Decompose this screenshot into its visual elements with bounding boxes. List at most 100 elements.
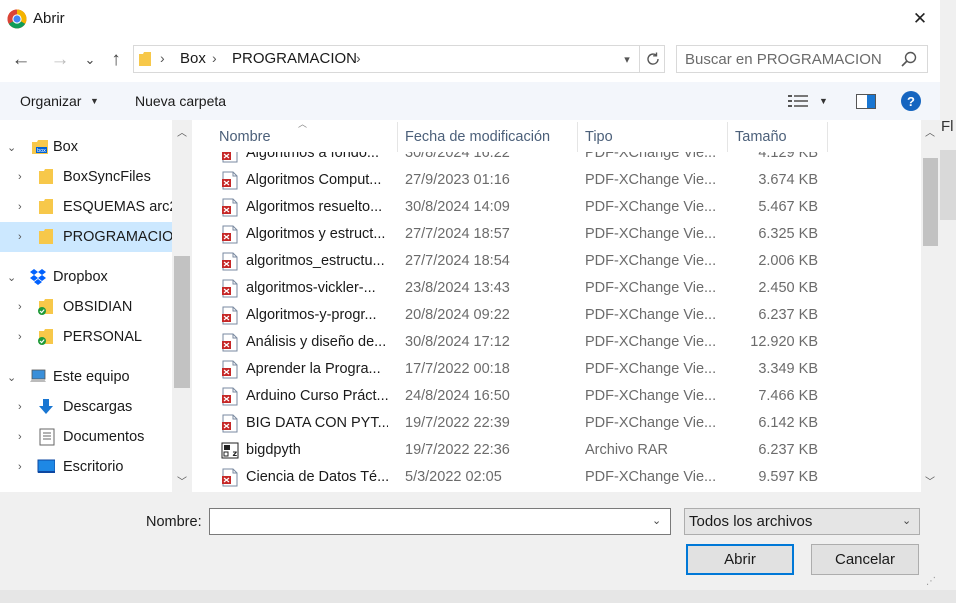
breadcrumb-separator[interactable]: › [160,50,165,66]
file-row[interactable]: algoritmos_estructu... 27/7/2024 18:54 PDF… [193,248,922,275]
column-divider[interactable] [577,122,578,152]
tree-item-obsidian[interactable]: › OBSIDIAN [0,292,172,322]
chevron-right-icon[interactable]: › [18,431,22,443]
tree-item-este-equipo[interactable]: ⌄ Este equipo [0,362,172,392]
column-header-modified[interactable]: Fecha de modificación [405,129,550,145]
forward-button[interactable]: → [47,48,73,72]
tree-item-box[interactable]: ⌄ box Box [0,132,172,162]
breadcrumb-item-programacion[interactable]: PROGRAMACION [232,50,357,67]
help-icon[interactable]: ? [901,91,921,111]
file-name: Algoritmos y estruct... [246,226,386,242]
tree-item-documentos[interactable]: › Documentos [0,422,172,452]
file-row[interactable]: Algoritmos Comput... 27/9/2023 01:16 PDF-X… [193,167,922,194]
scroll-up-icon[interactable]: ︿ [920,124,940,139]
chevron-down-icon[interactable]: ⌄ [7,371,16,384]
background-window-strip [0,590,956,603]
file-row[interactable]: Algoritmos resuelto... 30/8/2024 14:09 PDF… [193,194,922,221]
desktop-icon [37,459,55,473]
breadcrumb-separator[interactable]: › [212,50,217,66]
chevron-right-icon[interactable]: › [18,231,22,243]
file-row[interactable]: Análisis y diseño de... 30/8/2024 17:12 PD… [193,329,922,356]
chevron-right-icon[interactable]: › [18,301,22,313]
background-window-panel [940,150,956,220]
caret-down-icon[interactable]: ▼ [90,96,99,106]
view-options-caret-icon[interactable]: ▼ [819,96,828,106]
file-row[interactable]: Ciencia de Datos Té... 5/3/2022 02:05 PDF-… [193,464,922,491]
refresh-button[interactable] [639,45,665,73]
tree-item-programacion[interactable]: › PROGRAMACION [0,222,172,252]
file-type-select-value[interactable]: Todos los archivos [689,513,812,530]
file-row[interactable]: z bigdpyth 19/7/2022 22:36 Archivo RAR 6.237… [193,437,922,464]
file-size: 2.450 KB [758,280,818,296]
background-window-text: Fl [941,118,954,135]
file-row[interactable]: BIG DATA CON PYT... 19/7/2022 22:39 PDF-XC… [193,410,922,437]
chevron-right-icon[interactable]: › [18,331,22,343]
scroll-up-icon[interactable]: ︿ [172,124,192,139]
tree-item-dropbox[interactable]: ⌄ Dropbox [0,262,172,292]
file-name: Algoritmos Comput... [246,172,382,188]
file-type: PDF-XChange Vie... [585,253,717,269]
back-button[interactable]: ← [8,48,34,72]
tree-item-personal[interactable]: › PERSONAL [0,322,172,352]
column-divider[interactable] [727,122,728,152]
navigation-pane-scroll-thumb[interactable] [174,256,190,388]
scroll-down-icon[interactable]: ﹀ [920,473,940,488]
file-name: Ciencia de Datos Té... [246,469,388,485]
sort-ascending-icon: ︿ [298,119,308,129]
breadcrumb-separator[interactable]: › [356,50,361,66]
chevron-down-icon[interactable]: ⌄ [902,514,911,527]
file-type: PDF-XChange Vie... [585,388,717,404]
column-header-type[interactable]: Tipo [585,129,613,145]
file-list-scroll-thumb[interactable] [923,158,938,246]
cancel-button[interactable]: Cancelar [811,544,919,575]
window-title: Abrir [33,10,65,27]
chevron-right-icon[interactable]: › [18,461,22,473]
search-placeholder[interactable]: Buscar en PROGRAMACION [685,51,882,68]
pdf-icon [221,387,239,406]
folder-icon [139,52,151,66]
file-size: 3.349 KB [758,361,818,377]
column-header-size[interactable]: Tamaño [735,129,787,145]
tree-item-label: ESQUEMAS arc2 [63,199,172,215]
tree-item-label: BoxSyncFiles [63,169,151,185]
chevron-down-icon[interactable]: ⌄ [7,141,16,154]
tree-item-esquemas[interactable]: › ESQUEMAS arc2 [0,192,172,222]
up-button[interactable]: ↑ [103,48,129,72]
file-row[interactable]: Algoritmos-y-progr... 20/8/2024 09:22 PDF-… [193,302,922,329]
preview-pane-icon[interactable] [856,94,876,109]
new-folder-button[interactable]: Nueva carpeta [135,93,226,109]
file-name-input[interactable] [209,508,671,535]
file-row[interactable]: Arduino Curso Práct... 24/8/2024 16:50 PDF… [193,383,922,410]
breadcrumb-item-box[interactable]: Box [180,50,206,67]
tree-item-descargas[interactable]: › Descargas [0,392,172,422]
resize-grip-icon[interactable]: ⋰ [926,576,936,587]
file-size: 3.674 KB [758,172,818,188]
chevron-down-icon[interactable]: ⌄ [652,514,661,527]
synced-folder-icon [38,329,53,345]
details-view-icon[interactable] [788,94,808,109]
column-header-name[interactable]: Nombre [219,129,271,145]
tree-item-escritorio[interactable]: › Escritorio [0,452,172,482]
chevron-right-icon[interactable]: › [18,401,22,413]
address-history-dropdown[interactable]: ▾ [615,48,639,70]
file-row[interactable]: algoritmos-vickler-... 23/8/2024 13:43 PDF… [193,275,922,302]
chevron-right-icon[interactable]: › [18,201,22,213]
file-size: 7.466 KB [758,388,818,404]
file-name-label: Nombre: [146,514,202,530]
open-button[interactable]: Abrir [686,544,794,575]
close-button[interactable]: ✕ [900,0,940,38]
pdf-icon [221,198,239,217]
rar-icon: z [221,441,239,460]
column-divider[interactable] [397,122,398,152]
tree-item-label: Este equipo [53,369,130,385]
tree-item-boxsyncfiles[interactable]: › BoxSyncFiles [0,162,172,192]
chevron-right-icon[interactable]: › [18,171,22,183]
file-row[interactable]: Algoritmos y estruct... 27/7/2024 18:57 PD… [193,221,922,248]
chevron-down-icon[interactable]: ⌄ [7,271,16,284]
column-divider[interactable] [827,122,828,152]
scroll-down-icon[interactable]: ﹀ [172,473,192,488]
organize-menu[interactable]: Organizar [20,93,81,109]
search-icon[interactable] [900,50,918,68]
file-row[interactable]: Aprender la Progra... 17/7/2022 00:18 PDF-… [193,356,922,383]
recent-locations-button[interactable]: ⌄ [78,48,102,72]
